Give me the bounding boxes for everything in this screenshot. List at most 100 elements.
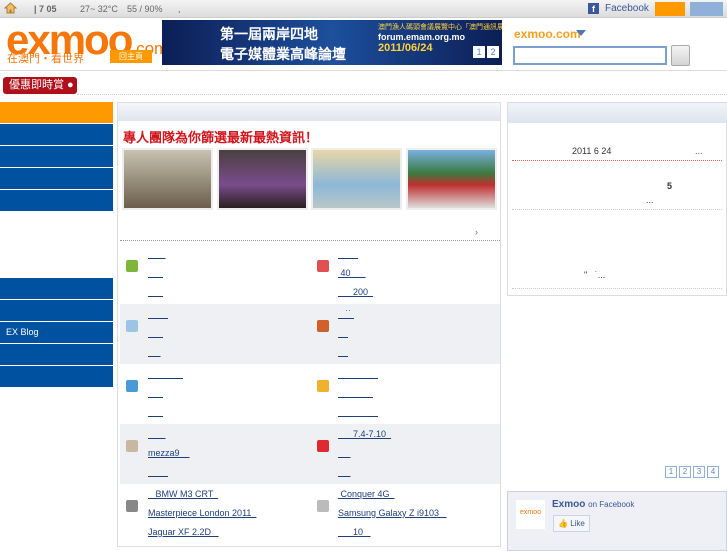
right-tabs[interactable] [508,103,727,123]
orange-button[interactable] [655,2,685,16]
separator: , [178,4,181,14]
category-link[interactable]: Conquer 4G [338,489,395,499]
sidebar-item[interactable] [0,168,113,189]
category-link[interactable] [148,268,163,278]
promo-tab[interactable]: 優惠即時賞 ● [3,77,77,94]
search-brand: exmoo.com [514,27,581,41]
sidebar-item[interactable] [0,146,113,167]
category-link[interactable] [338,448,351,458]
home-page-button[interactable]: 回主頁 [110,50,152,63]
category-link[interactable]: ˙˙ [338,309,354,319]
category-link[interactable]: 200 [338,287,373,297]
fb-suffix: on Facebook [588,500,635,509]
category-link[interactable] [338,347,348,357]
more-arrow[interactable]: › [475,227,478,237]
category-link[interactable] [338,467,351,477]
divider [120,240,500,241]
category-link[interactable] [338,407,378,417]
temperature: 27~ 32°C [80,4,118,14]
category-link[interactable]: 7.4-7.10 [338,429,391,439]
car-icon [126,500,138,512]
category-row [120,364,500,424]
divider [77,94,727,95]
home-icon[interactable] [4,2,17,14]
sidebar-item[interactable] [0,190,113,211]
news-photo[interactable] [311,148,402,210]
category-link[interactable]: Samsung Galaxy Z i9103 [338,508,447,518]
ad-banner[interactable]: 第一屆兩岸四地電子媒體業高峰論壇 澳門漁人碼頭會議展覽中心「澳門通訊展2011」… [162,20,502,65]
category-row: BMW M3 CRT Masterpiece London 2011 Jagua… [120,484,500,544]
category-link[interactable] [148,369,183,379]
category-row: ˙˙ [120,304,500,364]
diamond-icon [317,440,329,452]
like-button[interactable]: 👍 Like [553,515,590,532]
time: | 7 05 [34,4,57,14]
category-link[interactable] [148,309,168,319]
blue-button[interactable] [690,2,723,16]
category-row: 40 200 [120,244,500,304]
category-link[interactable] [338,249,358,259]
coffee-icon [126,440,138,452]
sidebar-item[interactable] [0,124,113,145]
category-link[interactable] [148,407,163,417]
news-photo[interactable] [406,148,497,210]
banner-title: 第一屆兩岸四地電子媒體業高峰論壇 [220,24,346,64]
promo-label: 優惠即時賞 [9,79,64,91]
category-link[interactable] [148,347,161,357]
news-photo[interactable] [217,148,308,210]
quote-text: " ˙... [584,270,606,280]
banner-title-1: 第一屆兩岸四地 [220,26,318,42]
facebook-like-box: exmoo Exmoo on Facebook 👍 Like [507,491,727,551]
divider [512,209,722,210]
pagination: 1234 [663,466,719,478]
category-link[interactable]: Masterpiece London 2011 [148,508,256,518]
category-link[interactable]: 10 [338,527,371,537]
banner-page-2[interactable]: 2 [487,46,499,58]
phone-icon [317,500,329,512]
basketball-icon [317,320,329,332]
chart-icon [126,380,138,392]
green-flag-icon [126,260,138,272]
headline: 專人團隊為你篩選最新最熱資訊！ [123,130,319,145]
category-link[interactable] [148,429,166,439]
news-date: 2011 6 24 [572,146,612,156]
sidebar-item[interactable] [0,344,113,365]
category-link[interactable] [148,287,163,297]
sidebar-item[interactable] [0,366,113,387]
page-2[interactable]: 2 [679,466,691,478]
page-3[interactable]: 3 [693,466,705,478]
slogan: 在澳門・看世界 [7,53,84,65]
facebook-link[interactable]: Facebook [605,3,649,14]
category-link[interactable] [148,249,166,259]
search-button[interactable] [671,45,690,66]
more-link[interactable]: ... [695,146,703,156]
sidebar-item-active[interactable] [0,102,113,123]
category-link[interactable] [338,388,373,398]
category-link[interactable] [338,328,348,338]
sidebar-item-ex-blog[interactable]: EX Blog [0,322,113,343]
page-4[interactable]: 4 [707,466,719,478]
fb-page-name[interactable]: Exmoo [552,499,585,510]
category-link[interactable]: BMW M3 CRT [148,489,218,499]
category-link[interactable] [148,467,168,477]
search-input[interactable] [513,46,667,65]
puzzle-icon [317,380,329,392]
more-link[interactable]: ... [646,195,654,205]
dropdown-arrow-icon[interactable] [576,30,586,36]
banner-title-2: 電子媒體業高峰論壇 [220,46,346,62]
category-link[interactable]: Jaguar XF 2.2D [148,527,219,537]
category-link[interactable]: 40 [338,268,366,278]
category-link[interactable]: mezza9 [148,448,190,458]
news-tabs[interactable] [118,103,500,121]
category-link[interactable] [338,369,378,379]
sidebar-item[interactable] [0,300,113,321]
sidebar-item[interactable] [0,278,113,299]
category-link[interactable] [148,388,163,398]
page-1[interactable]: 1 [665,466,677,478]
fb-page-title: Exmoo on Facebook [552,499,634,510]
banner-page-1[interactable]: 1 [473,46,485,58]
humidity: 55 / 90% [127,4,163,14]
category-row: mezza9 7.4-7.10 [120,424,500,484]
category-link[interactable] [148,328,163,338]
news-photo[interactable] [122,148,213,210]
